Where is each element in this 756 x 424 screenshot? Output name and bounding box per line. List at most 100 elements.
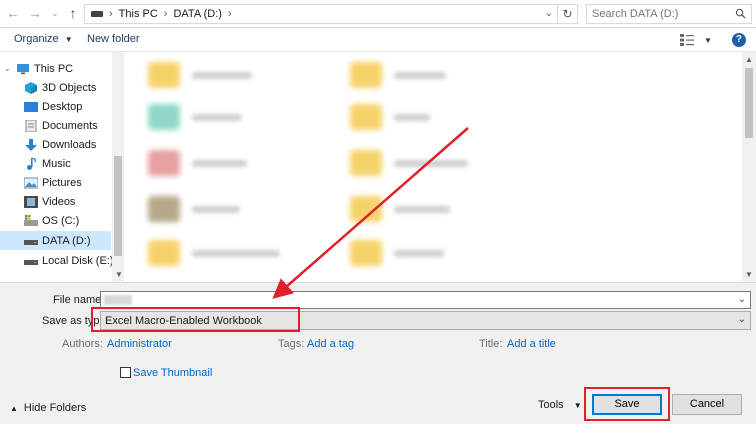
tools-button[interactable]: Tools ▼ [538, 399, 582, 411]
file-list-scrollbar[interactable]: ▲ ▼ [742, 52, 756, 282]
file-name-field[interactable]: ⌄ [100, 291, 751, 309]
tools-label: Tools [538, 399, 564, 411]
file-scroll-up-icon[interactable]: ▲ [745, 55, 753, 64]
file-icon [148, 196, 180, 222]
blurred-filename [192, 205, 240, 213]
blurred-filename [104, 295, 132, 305]
videos-icon [24, 195, 38, 208]
nav-scrollbar-thumb[interactable] [114, 156, 122, 256]
list-item[interactable] [350, 196, 450, 222]
file-list-scrollbar-thumb[interactable] [745, 68, 753, 138]
os-drive-icon [24, 214, 38, 226]
list-item[interactable] [350, 150, 468, 176]
view-dropdown-icon[interactable]: ▼ [704, 36, 712, 45]
save-as-type-dropdown-icon[interactable]: ⌄ [738, 314, 746, 325]
refresh-icon[interactable]: ↻ [558, 4, 578, 24]
title-value[interactable]: Add a title [507, 338, 556, 350]
organize-label: Organize [14, 33, 59, 45]
save-as-type-label: Save as type: [42, 315, 109, 327]
hide-folders-label: Hide Folders [23, 402, 87, 414]
music-icon [27, 157, 36, 170]
chevron-up-icon: ▲ [10, 403, 18, 413]
command-toolbar: Organize ▼ New folder ▼ ? [0, 28, 756, 52]
title-label: Title: [479, 338, 503, 350]
save-as-type-value: Excel Macro-Enabled Workbook [105, 315, 262, 327]
list-item[interactable] [148, 104, 242, 130]
drive-icon [24, 239, 38, 245]
file-scroll-down-icon[interactable]: ▼ [745, 270, 753, 279]
expand-chevron-icon[interactable]: ⌄ [4, 64, 16, 73]
documents-icon [25, 119, 37, 132]
forward-arrow-icon[interactable]: → [26, 4, 44, 22]
cancel-button[interactable]: Cancel [672, 394, 742, 415]
pictures-icon [24, 177, 38, 188]
search-input[interactable] [592, 7, 722, 21]
tools-dropdown-icon: ▼ [573, 400, 582, 410]
authors-label: Authors: [62, 338, 103, 350]
folder-icon [148, 62, 180, 88]
search-box[interactable] [586, 4, 752, 24]
list-item[interactable] [350, 240, 444, 266]
change-view-icon[interactable] [680, 34, 694, 46]
sidebar-item-data-d[interactable]: DATA (D:) [0, 231, 111, 250]
blurred-filename [192, 159, 247, 167]
list-item[interactable] [148, 150, 247, 176]
save-thumbnail-label[interactable]: Save Thumbnail [133, 367, 212, 379]
downloads-icon [25, 138, 37, 151]
save-thumbnail-checkbox[interactable] [120, 367, 131, 378]
recent-locations-chevron-icon[interactable]: ⌄ [46, 4, 64, 22]
tags-value[interactable]: Add a tag [307, 338, 354, 350]
navigation-pane: ▲ ⌄ This PC 3D Objects Desktop Documents… [0, 52, 125, 282]
breadcrumb-data-d[interactable]: DATA (D:) [173, 8, 221, 20]
blurred-filename [394, 113, 430, 121]
nav-scroll-down-icon[interactable]: ▼ [115, 270, 123, 279]
list-item[interactable] [350, 104, 430, 130]
folder-icon [350, 104, 382, 130]
list-item[interactable] [350, 62, 446, 88]
authors-value[interactable]: Administrator [107, 338, 172, 350]
sidebar-item-label: This PC [34, 62, 74, 75]
sidebar-item-this-pc[interactable]: ⌄ This PC [4, 59, 115, 78]
new-folder-button[interactable]: New folder [87, 33, 140, 45]
sidebar-item-label: Local Disk (E:) [42, 254, 114, 267]
tags-label: Tags: [278, 338, 305, 350]
folder-icon [350, 240, 382, 266]
folder-icon [350, 62, 382, 88]
save-button[interactable]: Save [592, 394, 662, 415]
address-bar-row: ← → ⌄ ↑ › This PC › DATA (D:) › ⌄ ↻ [0, 0, 756, 28]
drive-icon [24, 259, 38, 265]
save-as-type-select[interactable]: Excel Macro-Enabled Workbook ⌄ [100, 311, 751, 330]
file-list[interactable] [124, 52, 756, 282]
list-item[interactable] [148, 196, 240, 222]
blurred-filename [394, 205, 450, 213]
up-arrow-icon[interactable]: ↑ [64, 4, 82, 22]
sidebar-item-label: Documents [42, 119, 98, 132]
list-item[interactable] [148, 240, 280, 266]
back-arrow-icon[interactable]: ← [4, 4, 22, 22]
breadcrumb-separator-icon[interactable]: › [109, 8, 113, 20]
sidebar-item-label: Pictures [42, 176, 82, 189]
address-dropdown-chevron-icon[interactable]: ⌄ [545, 8, 553, 19]
help-icon[interactable]: ? [731, 33, 746, 47]
blurred-filename [394, 71, 446, 79]
nav-scrollbar[interactable] [112, 52, 124, 282]
list-item[interactable] [148, 62, 252, 88]
drive-icon [91, 11, 103, 17]
breadcrumb-this-pc[interactable]: This PC [119, 8, 158, 20]
file-name-dropdown-icon[interactable]: ⌄ [738, 294, 746, 305]
3d-objects-icon [25, 81, 37, 94]
address-box[interactable]: › This PC › DATA (D:) › ⌄ [84, 4, 558, 24]
this-pc-icon [17, 63, 29, 74]
view-options: ▼ ? [680, 33, 746, 47]
desktop-icon [24, 101, 38, 112]
breadcrumb-separator-icon[interactable]: › [228, 8, 232, 20]
breadcrumb-separator-icon[interactable]: › [164, 8, 168, 20]
sidebar-item-label: Desktop [42, 100, 83, 113]
blurred-filename [394, 249, 444, 257]
organize-button[interactable]: Organize ▼ [14, 33, 73, 45]
blurred-filename [192, 113, 242, 121]
hide-folders-button[interactable]: ▲ Hide Folders [10, 402, 86, 414]
blurred-filename [192, 71, 252, 79]
sidebar-item-label: DATA (D:) [42, 234, 91, 247]
sidebar-item-label: Downloads [42, 138, 97, 151]
